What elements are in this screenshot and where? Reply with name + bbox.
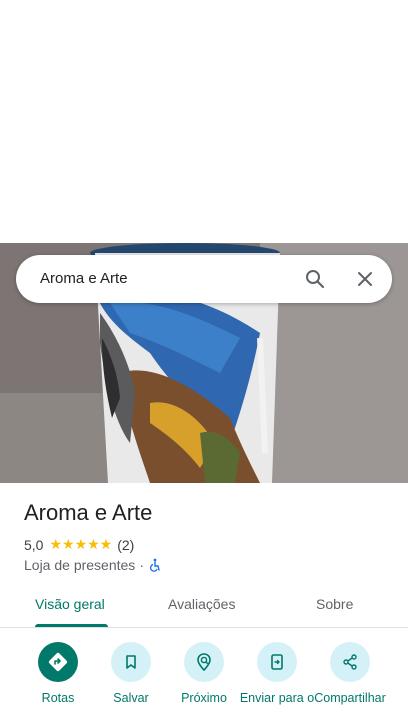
rating-row[interactable]: 5,0 ★★★★★ (2) (24, 536, 134, 553)
rating-value: 5,0 (24, 536, 44, 553)
separator-dot: · (139, 557, 144, 573)
wheelchair-accessible-icon (148, 558, 162, 572)
bookmark-icon (111, 642, 151, 682)
directions-icon (38, 642, 78, 682)
search-icon[interactable] (303, 267, 327, 291)
nearby-label: Próximo (181, 691, 227, 705)
directions-button[interactable]: Rotas (18, 642, 98, 706)
tab-bar: Visão geral Avaliações Sobre (0, 588, 408, 628)
search-bar[interactable]: Aroma e Arte (16, 255, 392, 303)
send-to-phone-icon (257, 642, 297, 682)
tab-reviews[interactable]: Avaliações (168, 596, 235, 612)
rating-stars: ★★★★★ (49, 536, 113, 552)
review-count[interactable]: (2) (117, 537, 134, 553)
send-to-phone-label: Enviar para o (239, 691, 315, 705)
directions-label: Rotas (41, 691, 75, 705)
map-area-blank (0, 0, 408, 243)
share-label: Compartilhar (314, 691, 386, 705)
share-button[interactable]: Compartilhar (310, 642, 390, 706)
save-button[interactable]: Salvar (91, 642, 171, 706)
place-title: Aroma e Arte (24, 500, 153, 525)
nearby-button[interactable]: Próximo (164, 642, 244, 706)
place-category: Loja de presentes (24, 557, 136, 573)
active-tab-indicator (35, 624, 108, 627)
tab-about[interactable]: Sobre (316, 596, 353, 612)
send-to-phone-button[interactable]: Enviar para o (237, 642, 317, 706)
share-icon (330, 642, 370, 682)
nearby-icon (184, 642, 224, 682)
search-input[interactable]: Aroma e Arte (40, 270, 128, 287)
close-icon[interactable] (353, 267, 377, 291)
category-row: Loja de presentes · (24, 557, 162, 573)
save-label: Salvar (113, 691, 149, 705)
tab-overview[interactable]: Visão geral (35, 596, 105, 612)
